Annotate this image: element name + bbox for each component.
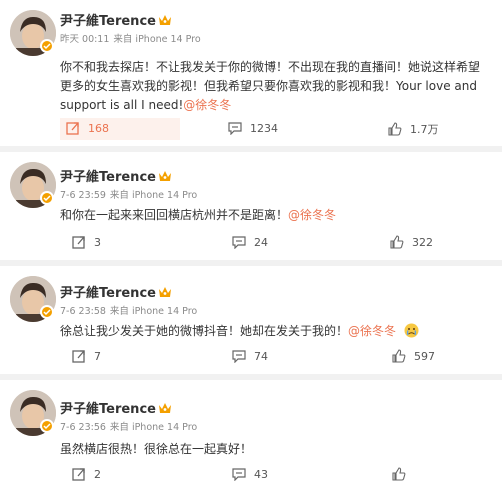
weibo-feed: 尹子維Terence 昨天 00:11 来自 iPhone 14 Pro 你不和我… [0,0,502,494]
post-card[interactable]: 尹子維Terence 7-6 23:56 来自 iPhone 14 Pro 虽然横… [0,380,502,494]
post-source: 来自 iPhone 14 Pro [113,34,201,45]
comment-count: 24 [254,235,268,249]
vip-crown-icon [158,14,172,31]
repost-count: 7 [94,349,101,363]
post-author[interactable]: 尹子維Terence [60,282,172,303]
comment-button[interactable]: 43 [232,467,268,481]
post-meta: 7-6 23:59 来自 iPhone 14 Pro [60,187,201,201]
post-meta: 7-6 23:56 来自 iPhone 14 Pro [60,419,201,433]
repost-count: 168 [88,121,109,135]
post-text: 你不和我去探店！不让我发关于你的微博！不出现在我的直播间！她说这样希望更多的女生… [60,60,481,112]
post-time[interactable]: 7-6 23:56 [60,422,106,433]
comment-button[interactable]: 1234 [228,121,278,135]
post-card[interactable]: 尹子維Terence 昨天 00:11 来自 iPhone 14 Pro 你不和我… [0,0,502,146]
post-actions: 7 74 597 [0,346,502,368]
vip-crown-icon [158,286,172,303]
repost-count: 3 [94,235,101,249]
post-time[interactable]: 7-6 23:59 [60,190,106,201]
repost-button[interactable]: 3 [72,235,101,249]
verified-badge-icon [40,419,54,433]
repost-count: 2 [94,467,101,481]
post-actions: 3 24 322 [0,232,502,254]
post-source: 来自 iPhone 14 Pro [109,306,198,317]
post-time[interactable]: 昨天 00:11 [60,34,109,45]
repost-icon [72,350,85,363]
comment-icon [232,468,246,481]
repost-icon [66,122,79,135]
repost-button[interactable]: 7 [72,349,101,363]
comment-icon [228,122,242,135]
repost-icon [72,468,85,481]
vip-crown-icon [158,402,172,419]
crying-emoji-icon [404,323,419,344]
post-card[interactable]: 尹子維Terence 7-6 23:59 来自 iPhone 14 Pro 和你在… [0,152,502,260]
like-button[interactable] [392,467,414,481]
comment-count: 74 [254,349,268,363]
post-source: 来自 iPhone 14 Pro [109,190,198,201]
comment-button[interactable]: 24 [232,235,268,249]
post-card[interactable]: 尹子維Terence 7-6 23:58 来自 iPhone 14 Pro 徐总让… [0,266,502,374]
mention-link[interactable]: @徐冬冬 [288,208,336,222]
repost-button[interactable]: 2 [72,467,101,481]
mention-link[interactable]: @徐冬冬 [348,324,396,338]
verified-badge-icon [40,39,54,53]
comment-button[interactable]: 74 [232,349,268,363]
like-icon [388,122,402,136]
post-meta: 7-6 23:58 来自 iPhone 14 Pro [60,303,201,317]
mention-link[interactable]: @徐冬冬 [183,98,231,112]
post-author[interactable]: 尹子維Terence [60,398,172,419]
post-time[interactable]: 7-6 23:58 [60,306,106,317]
like-button[interactable]: 1.7万 [388,121,439,137]
repost-button[interactable]: 168 [66,121,109,135]
post-actions: 2 43 [0,464,502,486]
like-count: 1.7万 [410,123,439,136]
comment-icon [232,236,246,249]
repost-icon [72,236,85,249]
post-text: 徐总让我少发关于她的微博抖音！她却在发关于我的！@徐冬冬 [60,322,482,344]
like-button[interactable]: 597 [392,349,435,363]
post-author[interactable]: 尹子維Terence [60,10,172,31]
post-meta: 昨天 00:11 来自 iPhone 14 Pro [60,31,205,45]
like-icon [392,349,406,363]
post-author[interactable]: 尹子維Terence [60,166,172,187]
like-count: 322 [412,235,433,249]
like-icon [390,235,404,249]
vip-crown-icon [158,170,172,187]
comment-count: 1234 [250,121,278,135]
like-count: 597 [414,349,435,363]
verified-badge-icon [40,191,54,205]
comment-icon [232,350,246,363]
post-text: 虽然横店很热！很徐总在一起真好！ [60,442,253,456]
post-source: 来自 iPhone 14 Pro [109,422,198,433]
comment-count: 43 [254,467,268,481]
post-actions: 168 1234 1.7万 [0,118,502,140]
like-button[interactable]: 322 [390,235,433,249]
verified-badge-icon [40,305,54,319]
like-icon [392,467,406,481]
post-text: 和你在一起来来回回横店杭州并不是距离！@徐冬冬 [60,208,337,222]
